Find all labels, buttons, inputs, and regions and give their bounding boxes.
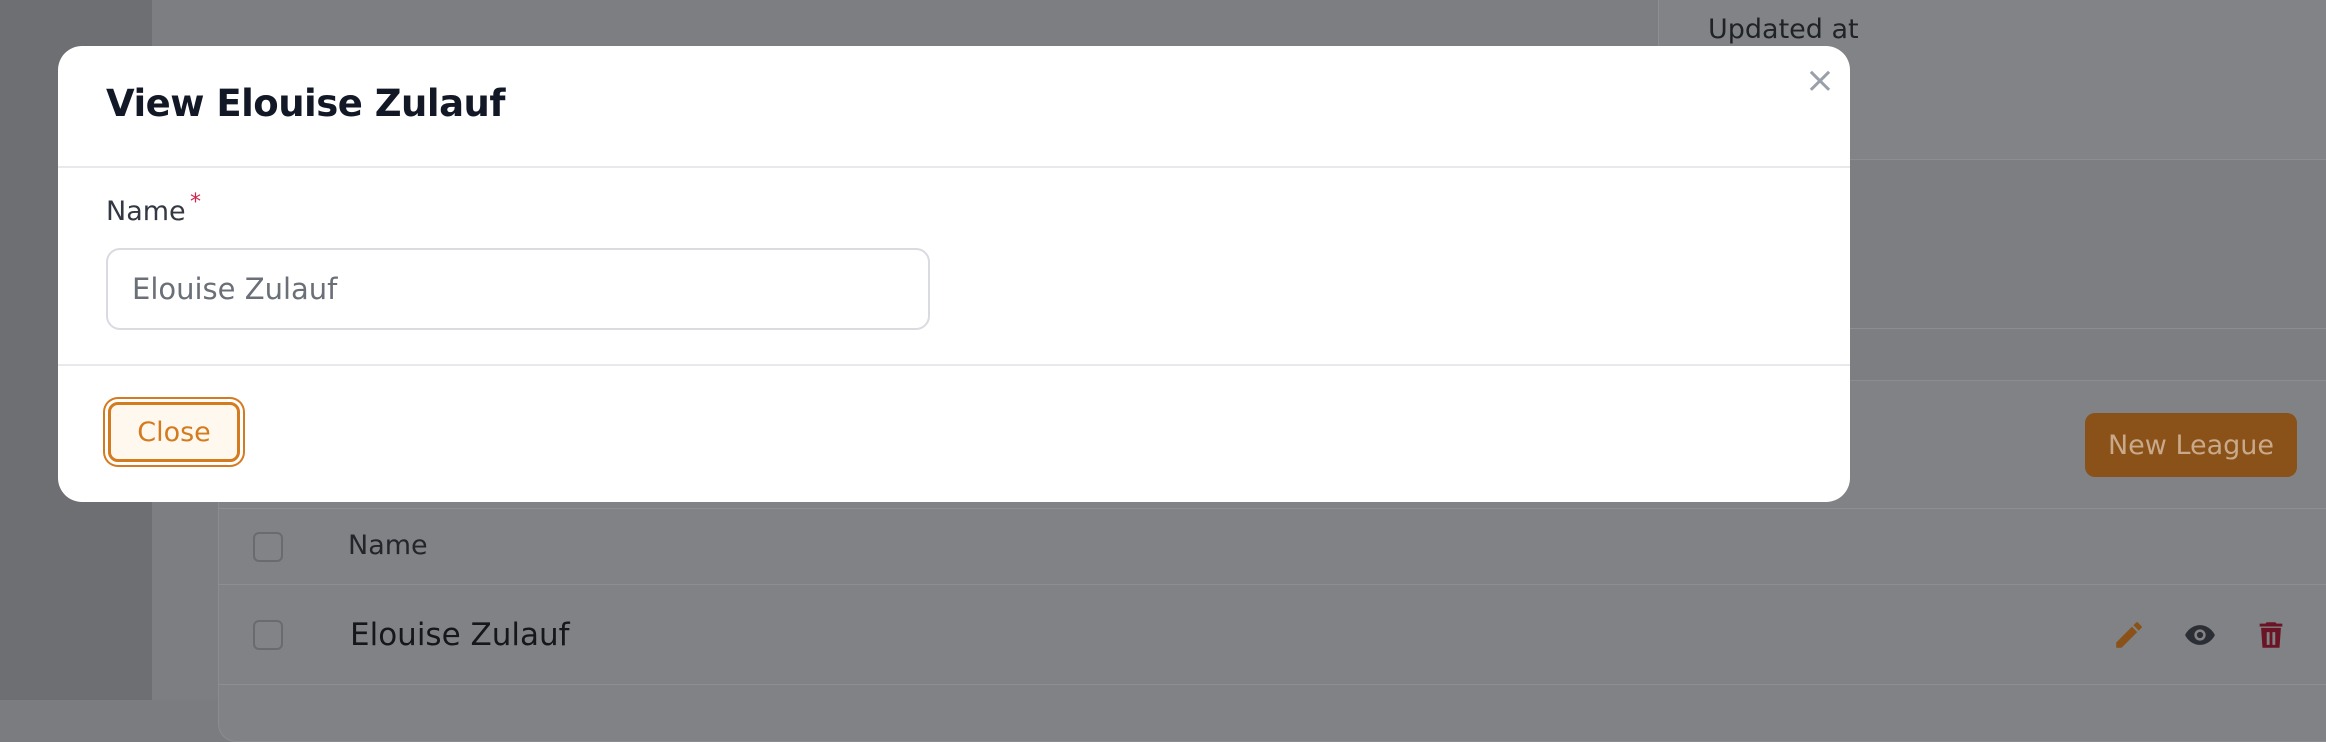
select-all-checkbox[interactable] (253, 532, 283, 562)
close-button[interactable]: Close (108, 402, 240, 462)
table-divider (218, 584, 2326, 585)
trash-icon[interactable] (2254, 618, 2288, 652)
column-header-name[interactable]: Name (348, 530, 428, 561)
view-record-modal: View Elouise Zulauf × Name * Close (58, 46, 1850, 502)
close-icon[interactable]: × (1798, 58, 1842, 102)
required-marker: * (190, 190, 201, 215)
name-input[interactable] (106, 248, 930, 330)
eye-icon[interactable] (2183, 618, 2217, 652)
updated-at-label: Updated at (1708, 14, 1859, 45)
modal-header-divider (58, 166, 1850, 168)
name-field-label: Name (106, 196, 186, 227)
row-checkbox[interactable] (253, 620, 283, 650)
table-divider (218, 684, 2326, 685)
new-league-button[interactable]: New League (2085, 413, 2297, 477)
table-divider (218, 508, 2326, 509)
row-name-cell: Elouise Zulauf (350, 617, 570, 653)
modal-title: View Elouise Zulauf (106, 82, 505, 125)
modal-footer-divider (58, 364, 1850, 366)
edit-icon[interactable] (2112, 618, 2146, 652)
